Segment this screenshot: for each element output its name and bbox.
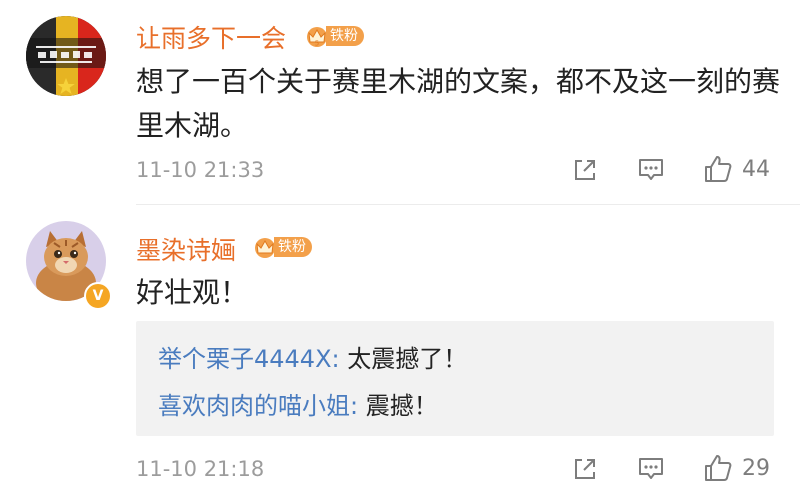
- badge-label: 铁粉: [326, 26, 364, 46]
- username[interactable]: 让雨多下一会: [136, 19, 286, 55]
- comment-item: 让雨多下一会 5 铁粉 想了一百个关于赛里木湖的文案，都不及这一刻的赛里木湖。 …: [0, 0, 800, 205]
- comment-text: 想了一百个关于赛里木湖的文案，都不及这一刻的赛里木湖。: [136, 65, 781, 142]
- reply-text: 震撼！: [365, 392, 438, 420]
- reply-username[interactable]: 喜欢肉肉的喵小姐: [158, 392, 350, 420]
- share-icon: [575, 459, 595, 479]
- fan-badge[interactable]: 5 铁粉: [304, 24, 364, 48]
- share-icon: [575, 160, 595, 180]
- username[interactable]: 墨染诗婳: [136, 231, 236, 267]
- reply-item[interactable]: 举个栗子4444X: 太震撼了！: [158, 343, 467, 375]
- verified-badge: V: [84, 282, 112, 310]
- reply-username[interactable]: 举个栗子4444X: [158, 345, 332, 373]
- like-count: 29: [742, 455, 770, 481]
- reply-separator: :: [331, 345, 348, 373]
- like-button[interactable]: 29: [702, 452, 770, 484]
- comment-button[interactable]: [636, 156, 666, 184]
- flag-calligraphy-avatar-icon: [26, 16, 106, 96]
- reply-box[interactable]: 举个栗子4444X: 太震撼了！ 喜欢肉肉的喵小姐: 震撼！: [136, 321, 774, 436]
- comment-icon: [639, 159, 663, 180]
- like-count: 44: [742, 156, 770, 182]
- like-button[interactable]: 44: [702, 153, 770, 185]
- share-button[interactable]: [571, 455, 599, 483]
- timestamp: 11-10 21:33: [136, 158, 265, 182]
- timestamp: 11-10 21:18: [136, 457, 265, 481]
- avatar[interactable]: [26, 16, 106, 96]
- comment-icon: [639, 458, 663, 479]
- comment-button[interactable]: [636, 455, 666, 483]
- comment-text: 好壮观！: [136, 276, 249, 309]
- svg-text:5: 5: [315, 40, 319, 48]
- fan-badge[interactable]: 铁粉: [252, 235, 312, 259]
- like-icon: [705, 156, 732, 182]
- reply-item[interactable]: 喜欢肉肉的喵小姐: 震撼！: [158, 390, 438, 422]
- like-icon: [705, 455, 732, 481]
- share-button[interactable]: [571, 156, 599, 184]
- reply-separator: :: [350, 392, 366, 420]
- comment-item: V 墨染诗婳 铁粉 好壮观！ 举个栗子4444X: 太震撼了！ 喜欢肉肉的喵小姐…: [0, 205, 800, 499]
- badge-label: 铁粉: [274, 237, 312, 257]
- reply-text: 太震撼了！: [347, 345, 468, 373]
